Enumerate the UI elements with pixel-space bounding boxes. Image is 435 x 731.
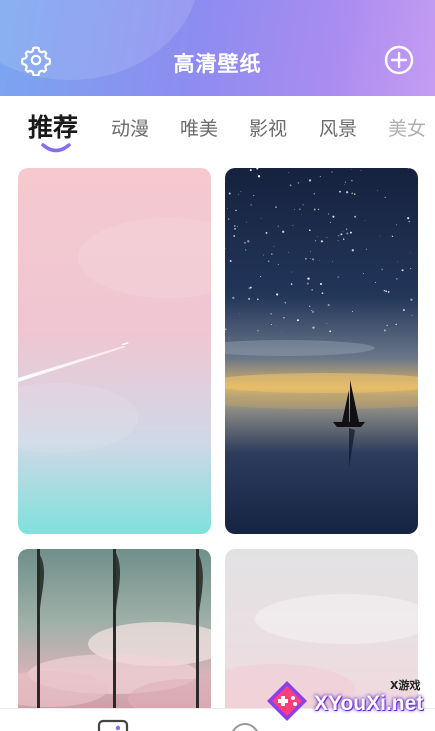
wallpaper-image: [225, 168, 418, 534]
tab-film[interactable]: 影视: [249, 114, 287, 141]
wallpaper-card[interactable]: [225, 168, 418, 534]
favorite-icon[interactable]: [228, 719, 262, 731]
page-title: 高清壁纸: [173, 52, 262, 76]
tab-scenery[interactable]: 风景: [319, 114, 357, 141]
wallpaper-card[interactable]: [18, 168, 211, 534]
wallpaper-icon[interactable]: [96, 719, 130, 731]
tab-aesthetic[interactable]: 唯美: [180, 114, 218, 141]
tab-recommend[interactable]: 推荐: [28, 108, 78, 144]
category-tabs: 推荐 动漫 唯美 影视 风景 美女: [0, 96, 435, 162]
tab-anime[interactable]: 动漫: [111, 114, 149, 141]
wallpaper-image: [18, 168, 211, 534]
gamepad-logo-icon: [267, 681, 307, 721]
tab-beauty[interactable]: 美女: [388, 114, 426, 141]
plus-circle-icon: [384, 45, 414, 75]
watermark-text: XYouXi.net: [314, 692, 424, 715]
app-header: 高清壁纸: [0, 0, 435, 96]
watermark-small-text: X游戏: [390, 679, 421, 692]
tab-active-indicator: [41, 143, 71, 153]
watermark: X游戏 XYouXi.net: [262, 676, 432, 726]
wallpaper-image: [18, 549, 211, 731]
wallpaper-card[interactable]: [18, 549, 211, 731]
add-button[interactable]: [383, 44, 415, 76]
